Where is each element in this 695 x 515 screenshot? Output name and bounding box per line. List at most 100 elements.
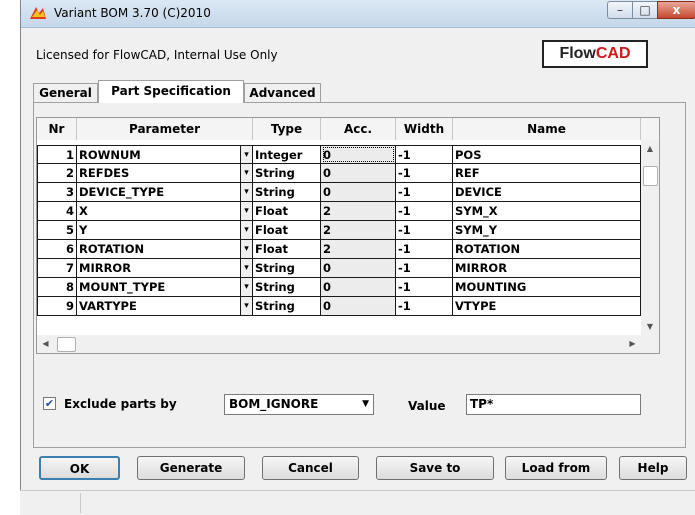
header-name[interactable]: Name [453,118,641,140]
header-acc[interactable]: Acc. [321,118,396,140]
header-parameter[interactable]: Parameter [77,118,253,140]
table-row[interactable]: 9 VARTYPE ▾ String 0 -1 VTYPE [37,297,641,316]
table-row[interactable]: 3 DEVICE_TYPE ▾ String 0 -1 DEVICE [37,183,641,202]
parameter-dropdown-icon[interactable]: ▾ [241,202,253,221]
scroll-down-icon[interactable]: ▼ [641,318,659,335]
scroll-left-icon[interactable]: ◀ [37,335,54,353]
save-to-button[interactable]: Save to [376,456,494,480]
parameter-cell[interactable]: MOUNT_TYPE [77,278,241,297]
row-nr-cell[interactable]: 1 [37,145,77,164]
type-cell[interactable]: String [253,164,321,183]
type-cell[interactable]: Integer [253,145,321,164]
name-cell[interactable]: SYM_Y [453,221,641,240]
type-cell[interactable]: String [253,183,321,202]
parameter-cell[interactable]: Y [77,221,241,240]
row-nr-cell[interactable]: 8 [37,278,77,297]
row-nr-cell[interactable]: 3 [37,183,77,202]
table-row[interactable]: 4 X ▾ Float 2 -1 SYM_X [37,202,641,221]
row-nr-cell[interactable]: 2 [37,164,77,183]
dropdown-arrow-icon[interactable]: ▼ [362,399,369,409]
accuracy-cell[interactable]: 2 [321,202,396,221]
generate-button[interactable]: Generate [137,456,245,480]
header-nr[interactable]: Nr [37,118,77,140]
type-cell[interactable]: Float [253,202,321,221]
accuracy-cell[interactable]: 0 [321,278,396,297]
parameter-dropdown-icon[interactable]: ▾ [241,183,253,202]
row-nr-cell[interactable]: 4 [37,202,77,221]
exclude-attribute-select[interactable]: BOM_IGNORE ▼ [224,394,374,415]
parameter-dropdown-icon[interactable]: ▾ [241,259,253,278]
width-cell[interactable]: -1 [396,183,453,202]
parameter-dropdown-icon[interactable]: ▾ [241,221,253,240]
title-bar[interactable]: Variant BOM 3.70 (C)2010 – □ x [21,0,695,28]
accuracy-cell[interactable]: 0 [321,145,396,164]
exclude-checkbox[interactable]: ✔ [43,397,56,410]
parameter-cell[interactable]: REFDES [77,164,241,183]
width-cell[interactable]: -1 [396,240,453,259]
accuracy-cell[interactable]: 0 [321,164,396,183]
accuracy-cell[interactable]: 0 [321,183,396,202]
width-cell[interactable]: -1 [396,221,453,240]
parameter-cell[interactable]: VARTYPE [77,297,241,316]
name-cell[interactable]: SYM_X [453,202,641,221]
accuracy-cell[interactable]: 2 [321,221,396,240]
type-cell[interactable]: String [253,297,321,316]
row-nr-cell[interactable]: 7 [37,259,77,278]
parameter-dropdown-icon[interactable]: ▾ [241,145,253,164]
row-nr-cell[interactable]: 5 [37,221,77,240]
cancel-button[interactable]: Cancel [262,456,359,480]
table-row[interactable]: 1 ROWNUM ▾ Integer 0 -1 POS [37,145,641,164]
name-cell[interactable]: VTYPE [453,297,641,316]
width-cell[interactable]: -1 [396,278,453,297]
name-cell[interactable]: MOUNTING [453,278,641,297]
row-nr-cell[interactable]: 9 [37,297,77,316]
width-cell[interactable]: -1 [396,164,453,183]
width-cell[interactable]: -1 [396,202,453,221]
scroll-up-icon[interactable]: ▲ [641,140,659,157]
name-cell[interactable]: REF [453,164,641,183]
parameter-cell[interactable]: ROWNUM [77,145,241,164]
width-cell[interactable]: -1 [396,145,453,164]
vertical-scroll-thumb[interactable] [643,166,658,186]
vertical-scrollbar[interactable]: ▲ ▼ [641,140,659,335]
horizontal-scroll-thumb[interactable] [57,337,76,352]
horizontal-scrollbar[interactable]: ◀ ▶ [37,335,659,353]
parameter-dropdown-icon[interactable]: ▾ [241,164,253,183]
parameter-dropdown-icon[interactable]: ▾ [241,240,253,259]
accuracy-cell[interactable]: 2 [321,240,396,259]
name-cell[interactable]: MIRROR [453,259,641,278]
parameter-cell[interactable]: DEVICE_TYPE [77,183,241,202]
value-input[interactable]: TP* [466,394,641,415]
accuracy-cell[interactable]: 0 [321,297,396,316]
close-button[interactable]: x [657,1,695,19]
accuracy-cell[interactable]: 0 [321,259,396,278]
name-cell[interactable]: POS [453,145,641,164]
name-cell[interactable]: ROTATION [453,240,641,259]
tab-part-specification[interactable]: Part Specification [98,80,244,103]
help-button[interactable]: Help [619,456,687,480]
tab-general[interactable]: General [33,83,98,102]
width-cell[interactable]: -1 [396,297,453,316]
table-row[interactable]: 2 REFDES ▾ String 0 -1 REF [37,164,641,183]
parameter-dropdown-icon[interactable]: ▾ [241,278,253,297]
type-cell[interactable]: Float [253,221,321,240]
maximize-button[interactable]: □ [632,1,658,19]
header-type[interactable]: Type [253,118,321,140]
table-row[interactable]: 5 Y ▾ Float 2 -1 SYM_Y [37,221,641,240]
parameter-dropdown-icon[interactable]: ▾ [241,297,253,316]
ok-button[interactable]: OK [39,456,120,480]
type-cell[interactable]: Float [253,240,321,259]
row-nr-cell[interactable]: 6 [37,240,77,259]
parameter-cell[interactable]: MIRROR [77,259,241,278]
type-cell[interactable]: String [253,278,321,297]
minimize-button[interactable]: – [607,1,633,19]
table-row[interactable]: 6 ROTATION ▾ Float 2 -1 ROTATION [37,240,641,259]
scroll-right-icon[interactable]: ▶ [624,335,641,353]
tab-advanced[interactable]: Advanced [244,83,321,102]
table-row[interactable]: 7 MIRROR ▾ String 0 -1 MIRROR [37,259,641,278]
parameter-grid[interactable]: Nr Parameter Type Acc. Width Name 1 ROWNU… [36,117,660,354]
parameter-cell[interactable]: ROTATION [77,240,241,259]
header-width[interactable]: Width [396,118,453,140]
type-cell[interactable]: String [253,259,321,278]
name-cell[interactable]: DEVICE [453,183,641,202]
